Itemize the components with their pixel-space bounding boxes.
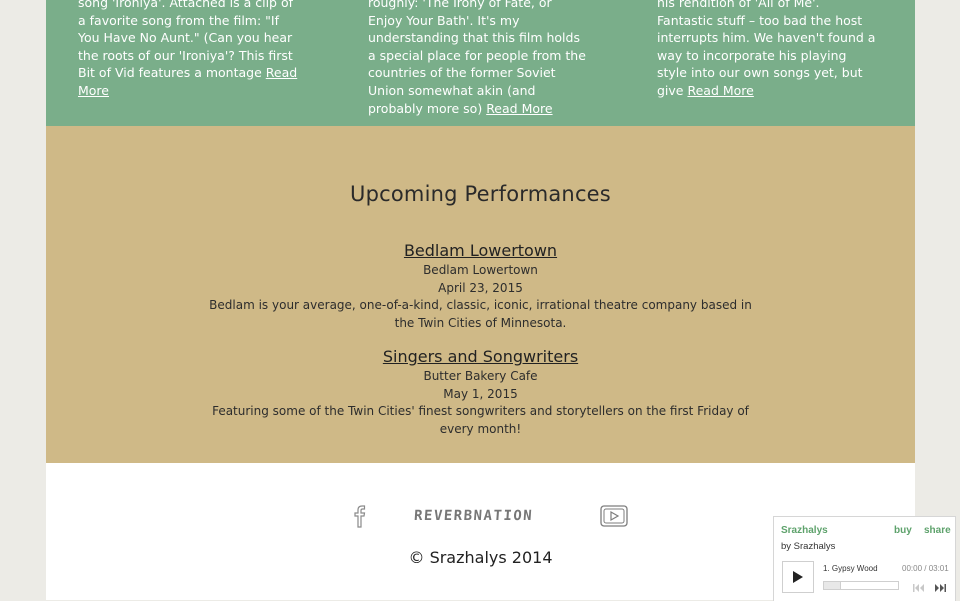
previous-icon bbox=[913, 584, 924, 592]
event-description: Bedlam is your average, one-of-a-kind, c… bbox=[209, 298, 752, 330]
player-by-line: by Srazhalys bbox=[781, 541, 836, 552]
blog-post-excerpt: his rendition of 'All of Me'. Fantastic … bbox=[657, 0, 877, 100]
bandcamp-player: Srazhalys buy share by Srazhalys 1. Gyps… bbox=[773, 516, 956, 601]
progress-bar[interactable] bbox=[823, 581, 899, 590]
event-venue: Bedlam Lowertown bbox=[423, 263, 538, 277]
play-icon bbox=[793, 571, 803, 583]
read-more-link[interactable]: Read More bbox=[486, 101, 552, 116]
performances-section: Upcoming Performances Bedlam Lowertown B… bbox=[46, 126, 915, 463]
progress-knob[interactable] bbox=[824, 582, 841, 589]
read-more-link[interactable]: Read More bbox=[687, 83, 753, 98]
event-item: Bedlam Lowertown Bedlam Lowertown April … bbox=[206, 241, 755, 332]
event-description: Featuring some of the Twin Cities' fines… bbox=[212, 404, 749, 436]
performances-heading: Upcoming Performances bbox=[350, 182, 611, 206]
event-item: Singers and Songwriters Butter Bakery Ca… bbox=[206, 347, 755, 438]
player-artist-link[interactable]: Srazhalys bbox=[781, 525, 828, 536]
reverbnation-link[interactable]: REVERBNATION bbox=[413, 501, 534, 531]
event-venue: Butter Bakery Cafe bbox=[423, 369, 538, 383]
youtube-link[interactable] bbox=[599, 501, 629, 531]
blog-excerpt-text: song 'Ironiya'. Attached is a clip of a … bbox=[78, 0, 294, 81]
facebook-icon bbox=[354, 505, 366, 528]
youtube-icon bbox=[600, 505, 628, 527]
blog-excerpt-text: roughly: 'The Irony of Fate, or Enjoy Yo… bbox=[368, 0, 586, 116]
track-time: 00:00 / 03:01 bbox=[902, 564, 949, 573]
blog-section: song 'Ironiya'. Attached is a clip of a … bbox=[46, 0, 915, 126]
track-title: 1. Gypsy Wood bbox=[823, 564, 878, 573]
previous-button[interactable] bbox=[912, 580, 925, 598]
next-icon bbox=[935, 584, 946, 592]
page: song 'Ironiya'. Attached is a clip of a … bbox=[46, 0, 915, 600]
blog-post-excerpt: song 'Ironiya'. Attached is a clip of a … bbox=[78, 0, 298, 100]
event-date: May 1, 2015 bbox=[443, 386, 518, 401]
event-title-link[interactable]: Bedlam Lowertown bbox=[206, 241, 755, 261]
play-button[interactable] bbox=[782, 561, 814, 593]
share-link[interactable]: share bbox=[924, 525, 951, 536]
buy-link[interactable]: buy bbox=[894, 525, 912, 536]
blog-post-excerpt: roughly: 'The Irony of Fate, or Enjoy Yo… bbox=[368, 0, 588, 117]
facebook-link[interactable] bbox=[351, 501, 369, 531]
next-button[interactable] bbox=[934, 580, 947, 598]
event-date: April 23, 2015 bbox=[438, 280, 523, 295]
event-title-link[interactable]: Singers and Songwriters bbox=[206, 347, 755, 367]
